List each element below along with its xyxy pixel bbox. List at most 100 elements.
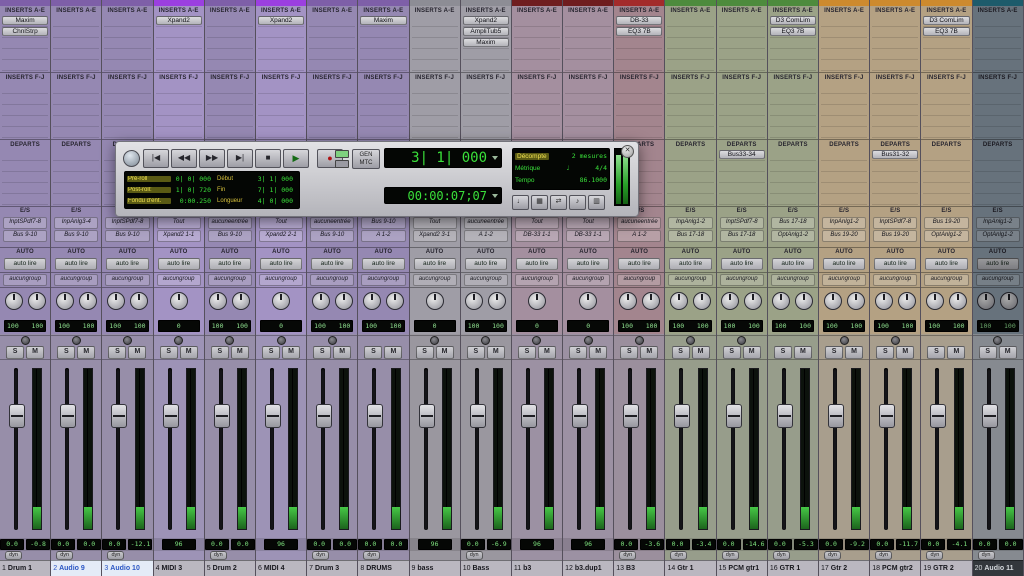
- automation-mode-button[interactable]: auto lire: [465, 258, 507, 270]
- pan-knob-left[interactable]: [107, 292, 125, 310]
- record-arm-button[interactable]: [328, 336, 337, 345]
- automation-mode-button[interactable]: auto lire: [55, 258, 97, 270]
- input-path-button[interactable]: aucuneentrée: [208, 217, 252, 229]
- track-name-button[interactable]: 16GTR 1: [768, 560, 818, 576]
- input-path-button[interactable]: Tout: [413, 217, 457, 229]
- volume-fader[interactable]: [265, 404, 281, 428]
- output-path-button[interactable]: Bus 9-10: [54, 230, 98, 242]
- insert-button[interactable]: D3 ComLim: [770, 16, 816, 25]
- dyn-indicator[interactable]: dyn: [210, 551, 227, 560]
- volume-fader[interactable]: [777, 404, 793, 428]
- online-button[interactable]: [123, 150, 140, 167]
- solo-button[interactable]: S: [160, 346, 178, 359]
- volume-fader[interactable]: [9, 404, 25, 428]
- volume-fader[interactable]: [419, 404, 435, 428]
- fast-forward-button[interactable]: ▶▶: [199, 149, 225, 168]
- input-path-button[interactable]: InpAnlg1-2: [822, 217, 866, 229]
- solo-button[interactable]: S: [876, 346, 894, 359]
- input-path-button[interactable]: Tout: [515, 217, 559, 229]
- dyn-indicator[interactable]: dyn: [875, 551, 892, 560]
- solo-button[interactable]: S: [467, 346, 485, 359]
- pan-knob-right[interactable]: [795, 292, 813, 310]
- track-name-button[interactable]: 6MIDI 4: [256, 560, 306, 576]
- input-path-button[interactable]: aucuneentrée: [310, 217, 354, 229]
- pan-knob-right[interactable]: [642, 292, 660, 310]
- solo-button[interactable]: S: [57, 346, 75, 359]
- track-name-button[interactable]: 19GTR 2: [921, 560, 971, 576]
- solo-button[interactable]: S: [313, 346, 331, 359]
- pan-knob[interactable]: [426, 292, 444, 310]
- input-path-button[interactable]: aucuneentrée: [464, 217, 508, 229]
- fade-in-value[interactable]: 0:00.250: [171, 197, 211, 205]
- pan-knob-right[interactable]: [949, 292, 967, 310]
- input-path-button[interactable]: Tout: [259, 217, 303, 229]
- input-path-button[interactable]: InptSPdf7-8: [3, 217, 47, 229]
- pan-knob-right[interactable]: [79, 292, 97, 310]
- output-path-button[interactable]: Bus 9-10: [3, 230, 47, 242]
- solo-button[interactable]: S: [774, 346, 792, 359]
- record-arm-button[interactable]: [840, 336, 849, 345]
- volume-fader[interactable]: [726, 404, 742, 428]
- volume-fader[interactable]: [879, 404, 895, 428]
- pre-roll-value[interactable]: 0| 0| 000: [171, 175, 211, 183]
- group-button[interactable]: aucungroup: [208, 274, 252, 286]
- pan-knob-right[interactable]: [744, 292, 762, 310]
- length-value[interactable]: 4| 0| 000: [253, 197, 293, 205]
- mute-button[interactable]: M: [640, 346, 658, 359]
- record-arm-button[interactable]: [993, 336, 1002, 345]
- tempo-value[interactable]: 86.1000: [580, 176, 607, 184]
- mute-button[interactable]: M: [282, 346, 300, 359]
- close-icon[interactable]: ✕: [621, 145, 634, 158]
- insert-button[interactable]: D3 ComLim: [923, 16, 969, 25]
- group-button[interactable]: aucungroup: [720, 274, 764, 286]
- record-arm-button[interactable]: [584, 336, 593, 345]
- pan-knob-left[interactable]: [619, 292, 637, 310]
- solo-button[interactable]: S: [262, 346, 280, 359]
- track-name-button[interactable]: 14Gtr 1: [665, 560, 715, 576]
- count-off-button[interactable]: Décompte: [515, 153, 549, 160]
- mute-button[interactable]: M: [845, 346, 863, 359]
- volume-fader[interactable]: [828, 404, 844, 428]
- pan-knob-right[interactable]: [847, 292, 865, 310]
- rewind-button[interactable]: ◀◀: [171, 149, 197, 168]
- automation-mode-button[interactable]: auto lire: [721, 258, 763, 270]
- output-path-button[interactable]: Xpand2 1-1: [157, 230, 201, 242]
- mute-button[interactable]: M: [231, 346, 249, 359]
- dyn-indicator[interactable]: dyn: [466, 551, 483, 560]
- insert-button[interactable]: AmpliTub5: [463, 27, 509, 36]
- mute-button[interactable]: M: [794, 346, 812, 359]
- mute-button[interactable]: M: [384, 346, 402, 359]
- insert-button[interactable]: Maxim: [2, 16, 48, 25]
- output-path-button[interactable]: Bus 9-10: [105, 230, 149, 242]
- pan-knob-left[interactable]: [5, 292, 23, 310]
- record-arm-button[interactable]: [174, 336, 183, 345]
- record-arm-button[interactable]: [123, 336, 132, 345]
- end-value[interactable]: 7| 1| 000: [253, 186, 293, 194]
- solo-button[interactable]: S: [672, 346, 690, 359]
- pan-knob[interactable]: [528, 292, 546, 310]
- pan-knob-left[interactable]: [721, 292, 739, 310]
- insert-button[interactable]: Xpand2: [156, 16, 202, 25]
- track-name-button[interactable]: 20Audio 11: [973, 560, 1023, 576]
- solo-button[interactable]: S: [416, 346, 434, 359]
- dyn-indicator[interactable]: dyn: [926, 551, 943, 560]
- dyn-indicator[interactable]: dyn: [5, 551, 22, 560]
- play-button[interactable]: ▶: [283, 149, 309, 168]
- group-button[interactable]: aucungroup: [105, 274, 149, 286]
- solo-button[interactable]: S: [723, 346, 741, 359]
- automation-mode-button[interactable]: auto lire: [362, 258, 404, 270]
- output-path-button[interactable]: DB-33 1-1: [566, 230, 610, 242]
- dyn-indicator[interactable]: dyn: [824, 551, 841, 560]
- automation-mode-button[interactable]: auto lire: [311, 258, 353, 270]
- pan-knob-right[interactable]: [130, 292, 148, 310]
- insert-button[interactable]: EQ3 7B: [770, 27, 816, 36]
- automation-mode-button[interactable]: auto lire: [4, 258, 46, 270]
- group-button[interactable]: aucungroup: [873, 274, 917, 286]
- group-button[interactable]: aucungroup: [668, 274, 712, 286]
- pan-knob-left[interactable]: [312, 292, 330, 310]
- group-button[interactable]: aucungroup: [976, 274, 1020, 286]
- dyn-indicator[interactable]: dyn: [312, 551, 329, 560]
- track-name-button[interactable]: 10Bass: [461, 560, 511, 576]
- group-button[interactable]: aucungroup: [3, 274, 47, 286]
- group-button[interactable]: aucungroup: [566, 274, 610, 286]
